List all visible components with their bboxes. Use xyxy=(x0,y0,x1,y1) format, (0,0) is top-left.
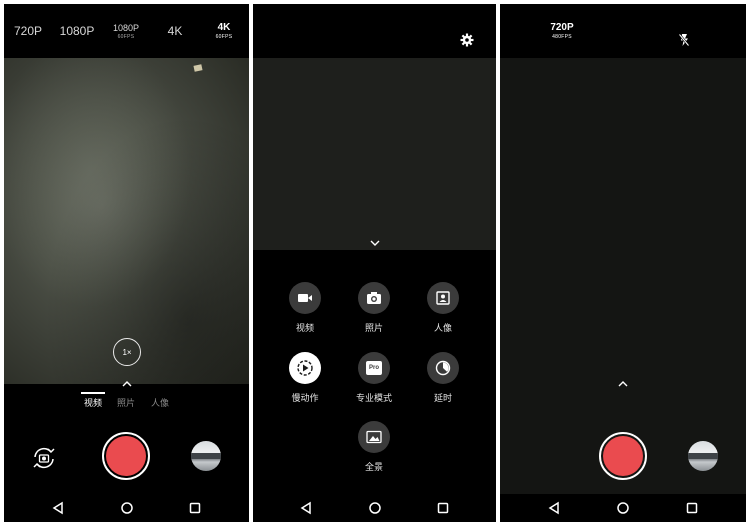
mode-portrait-label: 人像 xyxy=(433,324,452,334)
record-button[interactable] xyxy=(102,432,150,480)
top-bar: 720P 480FPS xyxy=(500,4,746,58)
record-button[interactable] xyxy=(599,432,647,480)
mode-selector: 视频 照片 人像 xyxy=(4,392,249,414)
resolution-4k-60fps[interactable]: 4K 60FPS xyxy=(212,4,236,58)
mode-pro-label: 专业模式 xyxy=(355,394,392,404)
system-navbar xyxy=(4,494,249,522)
resolution-4k[interactable]: 4K xyxy=(164,4,186,58)
panorama-icon xyxy=(366,430,382,444)
mode-tab-photo[interactable]: 照片 xyxy=(117,396,135,409)
system-navbar xyxy=(500,494,746,522)
switch-camera-icon[interactable] xyxy=(30,444,58,472)
chevron-up-icon[interactable] xyxy=(617,379,629,389)
mode-tab-video[interactable]: 视频 xyxy=(84,396,102,409)
zoom-label: 1× xyxy=(122,347,132,357)
mode-photo-label: 照片 xyxy=(364,324,383,334)
resolution-720p-480fps[interactable]: 720P 480FPS xyxy=(546,4,578,58)
home-icon[interactable] xyxy=(615,500,631,516)
record-button-core xyxy=(603,436,643,476)
gallery-thumbnail[interactable] xyxy=(191,441,221,471)
mode-drawer: 视频 照片 人像 慢动作 Pro 专业模式 延时 全景 xyxy=(253,250,496,494)
resolution-720p[interactable]: 720P xyxy=(14,4,42,58)
mode-video-button[interactable]: 视频 xyxy=(280,282,330,334)
recents-icon[interactable] xyxy=(187,500,203,516)
slow-motion-screen: 720P 480FPS xyxy=(500,4,746,522)
camera-icon xyxy=(367,292,381,304)
mode-underline xyxy=(81,392,105,394)
home-icon[interactable] xyxy=(367,500,383,516)
video-icon xyxy=(298,294,312,302)
chevron-down-icon[interactable] xyxy=(369,238,381,248)
resolution-1080p[interactable]: 1080P xyxy=(60,4,95,58)
mode-slow-motion-button[interactable]: 慢动作 xyxy=(280,352,330,404)
mode-panorama-button[interactable]: 全景 xyxy=(349,421,399,473)
mode-photo-button[interactable]: 照片 xyxy=(349,282,399,334)
mode-video-label: 视频 xyxy=(295,324,314,334)
chevron-up-icon[interactable] xyxy=(121,379,133,389)
settings-gear-icon[interactable] xyxy=(460,33,474,47)
top-bar xyxy=(253,4,496,58)
mode-slow-motion-label: 慢动作 xyxy=(291,394,319,404)
slow-motion-icon xyxy=(297,360,313,376)
back-icon[interactable] xyxy=(546,500,562,516)
home-icon[interactable] xyxy=(119,500,135,516)
zoom-button[interactable]: 1× xyxy=(113,338,141,366)
camera-viewfinder[interactable] xyxy=(4,58,249,384)
camera-viewfinder[interactable] xyxy=(253,58,496,250)
back-icon[interactable] xyxy=(298,500,314,516)
mode-timelapse-label: 延时 xyxy=(433,394,452,404)
system-navbar xyxy=(253,494,496,522)
pro-icon: Pro xyxy=(366,361,382,375)
mode-pro-button[interactable]: Pro 专业模式 xyxy=(349,352,399,404)
record-button-core xyxy=(106,436,146,476)
recents-icon[interactable] xyxy=(684,500,700,516)
resolution-bar: 720P 1080P 1080P 60FPS 4K 4K 60FPS xyxy=(4,4,249,58)
gallery-thumbnail[interactable] xyxy=(688,441,718,471)
camera-mode-drawer-screen: 视频 照片 人像 慢动作 Pro 专业模式 延时 全景 xyxy=(253,4,496,522)
camera-video-screen: 720P 1080P 1080P 60FPS 4K 4K 60FPS 1× 视频… xyxy=(4,4,249,522)
camera-viewfinder[interactable] xyxy=(500,58,746,494)
mode-portrait-button[interactable]: 人像 xyxy=(418,282,468,334)
back-icon[interactable] xyxy=(50,500,66,516)
mode-timelapse-button[interactable]: 延时 xyxy=(418,352,468,404)
mode-tab-portrait[interactable]: 人像 xyxy=(151,396,169,409)
mode-panorama-label: 全景 xyxy=(364,463,383,473)
resolution-1080p-60fps[interactable]: 1080P 60FPS xyxy=(112,4,140,58)
pro-badge-text: Pro xyxy=(368,365,379,371)
flash-off-icon[interactable] xyxy=(678,33,690,47)
viewfinder-speck xyxy=(193,64,203,72)
timelapse-icon xyxy=(435,360,451,376)
portrait-icon xyxy=(436,291,450,305)
recents-icon[interactable] xyxy=(435,500,451,516)
